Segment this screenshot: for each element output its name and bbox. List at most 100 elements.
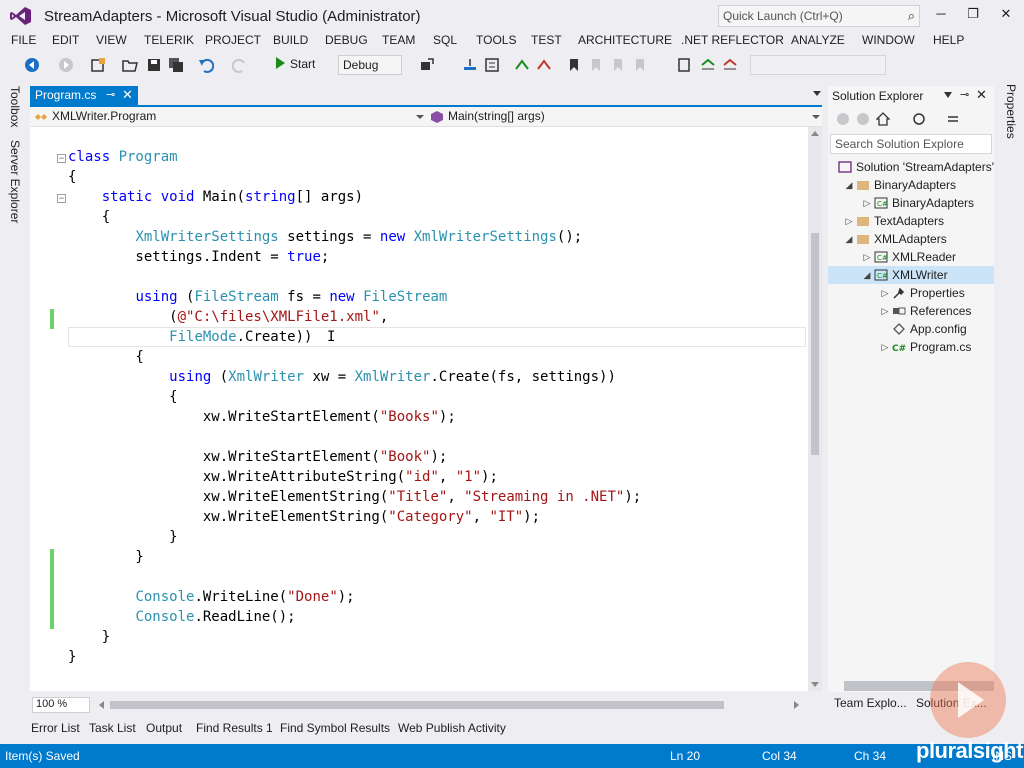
- member-dropdown[interactable]: Main(string[] args): [448, 109, 545, 123]
- active-files-dropdown-icon[interactable]: [812, 88, 822, 98]
- scrollbar-thumb[interactable]: [110, 701, 724, 709]
- expand-icon[interactable]: ▷: [880, 284, 890, 302]
- sync-with-document-icon[interactable]: [946, 112, 960, 126]
- menu-team[interactable]: TEAM: [382, 33, 415, 47]
- code-editor[interactable]: − − class Program { static void Main(stri…: [30, 127, 808, 691]
- tree-item[interactable]: ◢ XMLAdapters: [828, 230, 994, 248]
- tab-find-results-1[interactable]: Find Results 1: [196, 721, 273, 735]
- type-dropdown-arrow-icon[interactable]: [416, 115, 424, 119]
- format-icon[interactable]: [484, 57, 500, 73]
- tree-item[interactable]: ▷ C# XMLReader: [828, 248, 994, 266]
- close-tab-icon[interactable]: ✕: [122, 87, 133, 103]
- quick-launch-input[interactable]: Quick Launch (Ctrl+Q) ⌕: [718, 5, 920, 27]
- collapse-icon[interactable]: ◢: [862, 266, 872, 284]
- editor-vertical-scrollbar[interactable]: [808, 127, 822, 691]
- editor-horizontal-scrollbar[interactable]: 100 %: [30, 694, 808, 714]
- collapse-icon[interactable]: ◢: [844, 230, 854, 248]
- menu-project[interactable]: PROJECT: [205, 33, 261, 47]
- menu-tools[interactable]: TOOLS: [476, 33, 516, 47]
- step-icon[interactable]: [462, 57, 478, 73]
- menu-file[interactable]: FILE: [11, 33, 36, 47]
- close-window-button[interactable]: ✕: [995, 6, 1017, 24]
- expand-icon[interactable]: ▷: [862, 248, 872, 266]
- menu-test[interactable]: TEST: [531, 33, 562, 47]
- menu-view[interactable]: VIEW: [96, 33, 127, 47]
- solution-configuration-dropdown[interactable]: Debug: [338, 55, 402, 75]
- fold-collapse-icon[interactable]: −: [57, 154, 66, 163]
- menu-edit[interactable]: EDIT: [52, 33, 79, 47]
- video-play-icon[interactable]: [930, 662, 1006, 738]
- fold-collapse-icon[interactable]: −: [57, 194, 66, 203]
- platform-dropdown[interactable]: [750, 55, 886, 75]
- menu-debug[interactable]: DEBUG: [325, 33, 368, 47]
- open-file-icon[interactable]: [122, 57, 138, 73]
- scrollbar-thumb[interactable]: [811, 233, 819, 455]
- member-dropdown-arrow-icon[interactable]: [812, 115, 820, 119]
- tree-item[interactable]: ▷ Properties: [828, 284, 994, 302]
- menu-net-reflector[interactable]: .NET REFLECTOR: [681, 33, 784, 47]
- home-icon[interactable]: [876, 112, 890, 126]
- tree-item[interactable]: ◢ BinaryAdapters: [828, 176, 994, 194]
- server-explorer-tab[interactable]: Server Explorer: [8, 140, 22, 223]
- expand-icon[interactable]: ▷: [880, 302, 890, 320]
- menu-help[interactable]: HELP: [933, 33, 964, 47]
- pending-changes-icon[interactable]: [912, 112, 926, 126]
- save-icon[interactable]: [146, 57, 162, 73]
- properties-tab[interactable]: Properties: [1004, 84, 1018, 139]
- navigate-forward-icon[interactable]: [58, 57, 74, 73]
- navigate-back-icon[interactable]: [24, 57, 40, 73]
- menu-window[interactable]: WINDOW: [862, 33, 915, 47]
- expand-icon[interactable]: ▷: [844, 212, 854, 230]
- start-debugging-button[interactable]: Start: [276, 57, 315, 71]
- undo-icon[interactable]: [198, 57, 214, 73]
- scroll-up-icon[interactable]: [810, 129, 820, 139]
- menu-build[interactable]: BUILD: [273, 33, 308, 47]
- tree-item[interactable]: Solution 'StreamAdapters': [828, 158, 994, 176]
- tab-find-symbol-results[interactable]: Find Symbol Results: [280, 721, 390, 735]
- tab-team-explorer[interactable]: Team Explo...: [834, 696, 907, 710]
- restore-button[interactable]: ❐: [962, 6, 984, 24]
- menu-analyze[interactable]: ANALYZE: [791, 33, 845, 47]
- tab-web-publish-activity[interactable]: Web Publish Activity: [398, 721, 506, 735]
- menu-architecture[interactable]: ARCHITECTURE: [578, 33, 672, 47]
- redo-icon[interactable]: [232, 57, 248, 73]
- tree-item[interactable]: ▷ C# Program.cs: [828, 338, 994, 356]
- find-icon[interactable]: [676, 57, 692, 73]
- attach-process-icon[interactable]: [418, 57, 434, 73]
- close-panel-icon[interactable]: ✕: [976, 87, 987, 103]
- new-project-icon[interactable]: [90, 57, 106, 73]
- toolbox-tab[interactable]: Toolbox: [8, 86, 22, 127]
- menu-telerik[interactable]: TELERIK: [144, 33, 194, 47]
- tab-task-list[interactable]: Task List: [89, 721, 136, 735]
- ship-icon[interactable]: [722, 57, 738, 73]
- tree-item[interactable]: ▷ TextAdapters: [828, 212, 994, 230]
- tab-error-list[interactable]: Error List: [31, 721, 80, 735]
- menu-sql[interactable]: SQL: [433, 33, 457, 47]
- pin-icon[interactable]: ⊸: [106, 88, 115, 101]
- scroll-left-icon[interactable]: [98, 700, 106, 710]
- forward-icon[interactable]: [856, 112, 870, 126]
- tab-output[interactable]: Output: [146, 721, 182, 735]
- back-icon[interactable]: [836, 112, 850, 126]
- zoom-dropdown[interactable]: 100 %: [32, 697, 90, 713]
- tree-item[interactable]: App.config: [828, 320, 994, 338]
- sync-icon[interactable]: [700, 57, 716, 73]
- minimize-button[interactable]: ─: [930, 6, 952, 24]
- window-position-icon[interactable]: [944, 92, 952, 98]
- tab-program-cs[interactable]: Program.cs ⊸ ✕: [30, 86, 138, 106]
- scroll-down-icon[interactable]: [810, 679, 820, 689]
- expand-icon[interactable]: ▷: [880, 338, 890, 356]
- comment-icon[interactable]: [514, 57, 530, 73]
- save-all-icon[interactable]: [168, 57, 184, 73]
- expand-icon[interactable]: ▷: [862, 194, 872, 212]
- bookmark-icon[interactable]: [566, 57, 582, 73]
- auto-hide-pin-icon[interactable]: ⊸: [960, 88, 969, 101]
- scroll-right-icon[interactable]: [792, 700, 800, 710]
- solution-search-input[interactable]: Search Solution Explore: [830, 134, 992, 154]
- tree-item[interactable]: ▷ References: [828, 302, 994, 320]
- type-dropdown[interactable]: XMLWriter.Program: [52, 109, 156, 123]
- uncomment-icon[interactable]: [536, 57, 552, 73]
- tree-item[interactable]: ▷ C# BinaryAdapters: [828, 194, 994, 212]
- collapse-icon[interactable]: ◢: [844, 176, 854, 194]
- tree-item[interactable]: ◢ C# XMLWriter: [828, 266, 994, 284]
